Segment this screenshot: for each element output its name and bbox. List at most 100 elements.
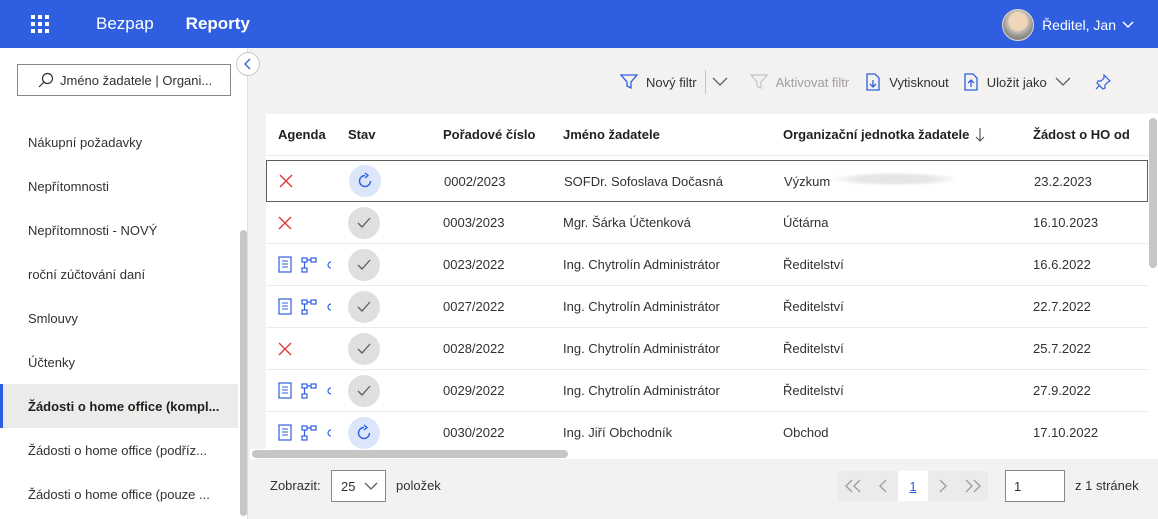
user-name: Ředitel, Jan [1042,17,1116,33]
section-title[interactable]: Reporty [186,14,250,34]
new-filter-button[interactable]: Nový filtr [620,66,697,98]
check-icon [357,217,371,228]
page-number-input[interactable]: 1 [1005,470,1065,502]
document-icon [278,256,292,273]
from-cell: 16.10.2023 [1033,215,1099,230]
unit-cell: Výzkum [784,173,831,189]
sidebar-item-nepritomnosti[interactable]: Nepřítomnosti [0,164,238,208]
print-label: Vytisknout [889,74,949,90]
redacted-area [830,172,960,186]
close-icon [278,342,292,355]
grid-vertical-scroll-thumb[interactable] [1149,118,1157,268]
refresh-icon [358,172,372,188]
sidebar-item-nakupni-pozadavky[interactable]: Nákupní požadavky [0,120,238,164]
collapse-sidebar-button[interactable] [236,52,260,76]
search-placeholder: Jméno žadatele | Organi... [60,72,213,88]
chevron-down-icon [1055,77,1071,86]
table-row[interactable]: 0003/2023 Mgr. Šárka Účtenková Účtárna 16.1… [266,202,1148,244]
number-cell: 0028/2022 [443,341,505,356]
status-badge [348,374,380,407]
search-input[interactable]: Jméno žadatele | Organi... [17,64,231,96]
check-icon [357,343,371,354]
sidebar-item-home-office-pouze[interactable]: Žádosti o home office (pouze ... [0,472,238,516]
agenda-cell[interactable] [278,244,332,285]
status-badge [348,290,380,323]
table-row[interactable]: 0028/2022 Ing. Chytrolín Administrátor Řed… [266,328,1148,370]
sidebar-item-rocni-zuctovani[interactable]: roční zúčtování daní [0,252,238,296]
next-page-button[interactable] [928,471,958,501]
print-icon [866,73,880,91]
filter-dropdown-button[interactable] [712,66,736,98]
app-launcher-icon[interactable] [26,10,54,38]
sidebar-item-label: Nákupní požadavky [28,134,143,150]
first-page-button[interactable] [838,471,868,501]
table-row[interactable]: 0029/2022 Ing. Chytrolín Administrátor Řed… [266,370,1148,412]
number-cell: 0030/2022 [443,425,505,440]
table-header: Agenda Stav Pořadové číslo Jméno žadatel… [266,114,1148,156]
filter-icon [620,74,638,90]
sidebar-item-home-office-podriz[interactable]: Žádosti o home office (podříz... [0,428,238,472]
agenda-cell[interactable] [278,328,292,369]
agenda-cell[interactable] [279,161,293,201]
agenda-cell[interactable] [278,370,332,411]
sidebar-item-smlouvy[interactable]: Smlouvy [0,296,238,340]
double-chevron-left-icon [845,479,861,493]
sidebar-item-label: Žádosti o home office (podříz... [28,442,207,458]
page-size-select[interactable]: 25 [331,470,386,502]
check-icon [357,385,371,396]
app-name[interactable]: Bezpap [96,14,154,34]
status-cell [348,286,380,327]
pin-button[interactable] [1095,66,1119,98]
print-button[interactable]: Vytisknout [865,66,949,98]
activate-filter-button[interactable]: Aktivovat filtr [749,66,849,98]
column-header-status[interactable]: Stav [348,114,375,155]
check-icon [357,301,371,312]
from-cell: 22.7.2022 [1033,299,1091,314]
table-row[interactable]: 0002/2023 SOFDr. Sofoslava Dočasná Výzkum 2… [266,160,1148,202]
last-page-button[interactable] [958,471,988,501]
page-size-value: 25 [341,478,356,494]
column-header-name[interactable]: Jméno žadatele [563,114,660,155]
grid-horizontal-scroll-thumb[interactable] [252,450,568,458]
new-filter-label: Nový filtr [646,74,697,90]
link-icon [327,260,332,269]
sidebar-scrollbar[interactable] [240,230,247,516]
agenda-cell[interactable] [278,202,292,243]
table-row[interactable]: 0023/2022 Ing. Chytrolín Administrátor Řed… [266,244,1148,286]
check-icon [357,259,371,270]
table-row[interactable]: 0030/2022 Ing. Jiří Obchodník Obchod 17.10.… [266,412,1148,454]
column-header-number[interactable]: Pořadové číslo [443,114,535,155]
unit-cell: Obchod [783,425,829,440]
sidebar-item-nepritomnosti-novy[interactable]: Nepřítomnosti - NOVÝ [0,208,238,252]
refresh-icon [357,423,371,439]
filter-icon [749,74,768,90]
column-header-from[interactable]: Žádost o HO od [1033,114,1130,155]
sidebar-item-uctenky[interactable]: Účtenky [0,340,238,384]
column-header-unit[interactable]: Organizační jednotka žadatele [783,114,985,155]
avatar [1002,9,1035,41]
chevron-down-icon [712,77,728,86]
document-icon [278,382,292,399]
status-badge [348,416,380,449]
name-cell: SOFDr. Sofoslava Dočasná [564,173,723,189]
report-nav: Nákupní požadavky Nepřítomnosti Nepřítom… [0,120,238,516]
document-icon [278,298,292,315]
from-cell: 27.9.2022 [1033,383,1091,398]
agenda-cell[interactable] [278,286,332,327]
sidebar-item-home-office-kompl[interactable]: Žádosti o home office (kompl... [0,384,238,428]
save-as-button[interactable]: Uložit jako [963,66,1079,98]
previous-page-button[interactable] [868,471,898,501]
close-icon [278,216,292,229]
sidebar-item-label: Nepřítomnosti [28,178,109,194]
page-number-link[interactable]: 1 [898,471,928,501]
sidebar-item-label: Žádosti o home office (pouze ... [28,486,210,502]
name-cell: Ing. Jiří Obchodník [563,425,673,440]
name-cell: Ing. Chytrolín Administrátor [563,383,720,398]
link-icon [327,386,332,395]
table-row[interactable]: 0027/2022 Ing. Chytrolín Administrátor Řed… [266,286,1148,328]
top-bar: Bezpap Reporty Ředitel, Jan [0,0,1158,48]
number-cell: 0027/2022 [443,299,505,314]
agenda-cell[interactable] [278,412,332,453]
user-menu[interactable]: Ředitel, Jan [1002,9,1134,41]
column-header-agenda[interactable]: Agenda [278,114,326,155]
